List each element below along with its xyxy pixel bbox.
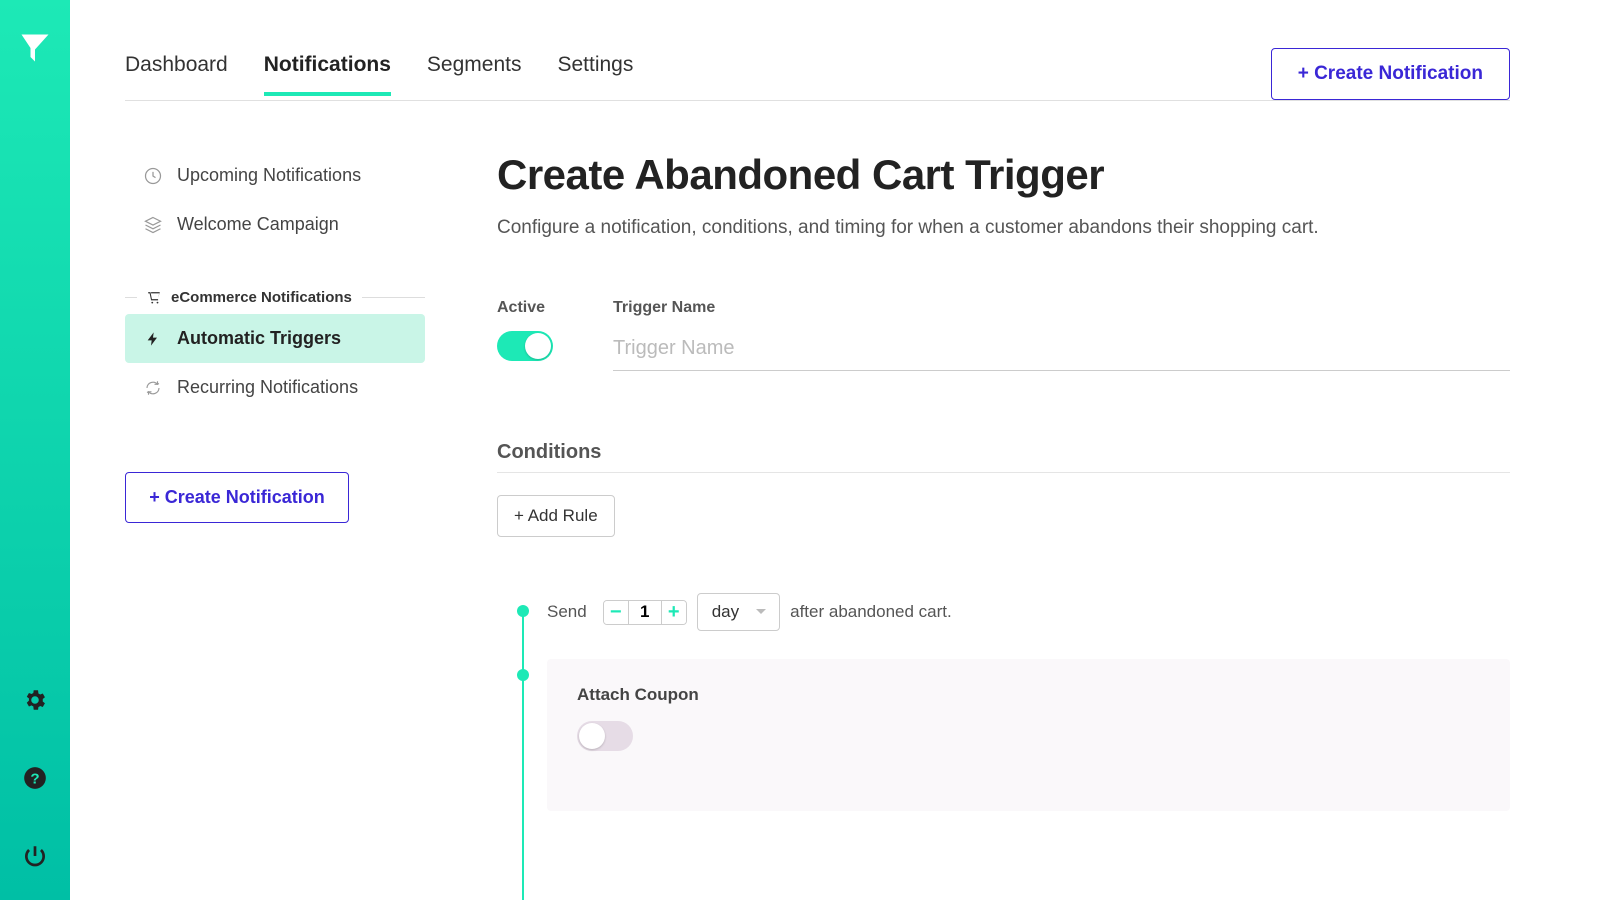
after-label: after abandoned cart. [790,602,952,622]
sidebar-automatic-label: Automatic Triggers [177,328,341,349]
sidebar-welcome[interactable]: Welcome Campaign [125,200,425,249]
clock-icon [143,166,163,186]
cart-icon [147,291,161,305]
sidebar-upcoming-label: Upcoming Notifications [177,165,361,186]
create-notification-button[interactable]: + Create Notification [1271,48,1510,100]
nav-dashboard[interactable]: Dashboard [125,53,228,95]
power-icon[interactable] [21,842,49,870]
nav-segments[interactable]: Segments [427,53,522,95]
help-icon[interactable]: ? [21,764,49,792]
form-area: Create Abandoned Cart Trigger Configure … [425,151,1510,900]
send-quantity-stepper: − + [603,600,687,625]
timeline-line [522,611,524,900]
recurring-icon [143,379,163,397]
sidebar-automatic-triggers[interactable]: Automatic Triggers [125,314,425,363]
attach-coupon-toggle[interactable] [577,721,633,751]
sidebar: Upcoming Notifications Welcome Campaign … [125,151,425,900]
sidebar-section-label: eCommerce Notifications [171,289,352,306]
stepper-input[interactable] [628,601,662,624]
timeline-dot-icon [517,669,529,681]
sidebar-section-ecommerce: eCommerce Notifications [125,289,425,306]
active-label: Active [497,299,553,317]
stepper-decrement-button[interactable]: − [604,601,628,624]
divider [497,472,1510,473]
trigger-name-field: Trigger Name [613,299,1510,371]
time-unit-value: day [712,602,739,622]
timeline: Send − + day after abandoned cart. [497,593,1510,811]
page-title: Create Abandoned Cart Trigger [497,151,1510,199]
sidebar-recurring[interactable]: Recurring Notifications [125,363,425,412]
svg-text:?: ? [30,770,39,787]
active-field: Active [497,299,553,361]
sidebar-create-button[interactable]: + Create Notification [125,472,349,523]
send-row: Send − + day after abandoned cart. [527,593,1510,631]
nav-settings[interactable]: Settings [557,53,633,95]
time-unit-select[interactable]: day [697,593,780,631]
timeline-dot-icon [517,605,529,617]
app-logo-icon [17,30,53,66]
coupon-card: Attach Coupon [547,659,1510,811]
trigger-name-input[interactable] [613,331,1510,371]
page-subtitle: Configure a notification, conditions, an… [497,217,1510,239]
top-bar: Dashboard Notifications Segments Setting… [125,0,1510,101]
sidebar-upcoming[interactable]: Upcoming Notifications [125,151,425,200]
attach-coupon-label: Attach Coupon [577,685,1480,705]
chevron-down-icon [755,608,767,616]
sidebar-welcome-label: Welcome Campaign [177,214,339,235]
active-toggle[interactable] [497,331,553,361]
stepper-increment-button[interactable]: + [662,601,686,624]
nav-notifications[interactable]: Notifications [264,53,391,95]
conditions-title: Conditions [497,441,1510,464]
add-rule-button[interactable]: + Add Rule [497,495,615,537]
send-label: Send [547,602,587,622]
bolt-icon [143,331,163,347]
trigger-name-label: Trigger Name [613,299,1510,317]
settings-gear-icon[interactable] [21,686,49,714]
left-rail: ? [0,0,70,900]
sidebar-recurring-label: Recurring Notifications [177,377,358,398]
layers-icon [143,215,163,235]
